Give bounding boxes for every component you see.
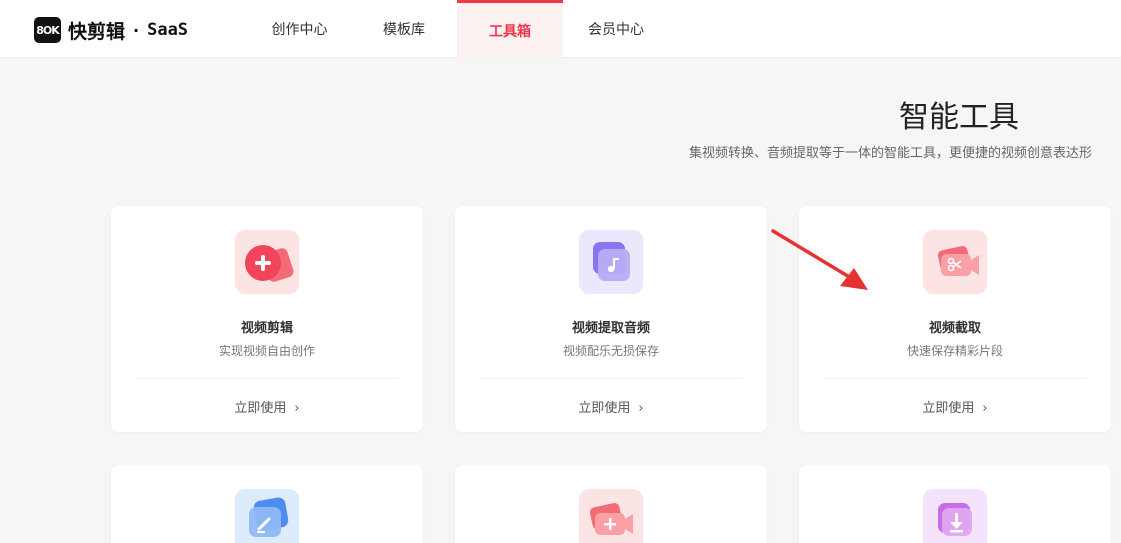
use-now-button[interactable]: 立即使用 › — [799, 397, 1111, 416]
tool-desc: 实现视频自由创作 — [218, 344, 315, 358]
logo-saas: SaaS — [147, 20, 189, 40]
tool-card-extract-audio[interactable]: 视频提取音频 视频配乐无损保存 立即使用 › — [455, 206, 767, 432]
video-add-icon — [579, 489, 643, 543]
scissors-camera-icon — [923, 230, 987, 294]
tool-desc: 快速保存精彩片段 — [906, 344, 1003, 358]
use-now-button[interactable]: 立即使用 › — [455, 397, 767, 416]
logo-separator: · — [133, 20, 140, 40]
nav-toolbox[interactable]: 工具箱 — [457, 0, 563, 58]
tool-card-row2-1[interactable] — [111, 465, 423, 543]
chevron-right-icon: › — [294, 401, 300, 416]
use-now-label: 立即使用 — [922, 401, 975, 416]
page-title: 智能工具 — [899, 100, 1019, 135]
logo-text: 快剪辑 — [68, 20, 126, 43]
use-now-button[interactable]: 立即使用 › — [111, 397, 423, 416]
card-divider — [136, 378, 398, 379]
music-note-icon — [579, 230, 643, 294]
top-header: 8OK 快剪辑 · SaaS 创作中心 模板库 工具箱 会员中心 — [0, 0, 1121, 58]
card-divider — [480, 378, 742, 379]
tool-desc: 视频配乐无损保存 — [562, 344, 659, 358]
video-edit-plus-icon — [235, 230, 299, 294]
pencil-edit-icon — [235, 489, 299, 543]
tool-name: 视频剪辑 — [240, 321, 293, 336]
use-now-label: 立即使用 — [234, 401, 287, 416]
nav-member-center[interactable]: 会员中心 — [563, 0, 669, 58]
nav-template-library[interactable]: 模板库 — [351, 0, 457, 58]
logo-mark-icon: 8OK — [34, 17, 61, 43]
card-divider — [824, 378, 1086, 379]
main-nav: 创作中心 模板库 工具箱 会员中心 — [248, 0, 669, 58]
download-icon — [923, 489, 987, 543]
nav-creation-center[interactable]: 创作中心 — [248, 0, 351, 58]
tool-card-video-edit[interactable]: 视频剪辑 实现视频自由创作 立即使用 › — [111, 206, 423, 432]
use-now-label: 立即使用 — [578, 401, 631, 416]
tool-card-row2-2[interactable] — [455, 465, 767, 543]
tool-name: 视频提取音频 — [571, 321, 650, 336]
app-logo[interactable]: 8OK 快剪辑 · SaaS — [34, 17, 188, 43]
annotation-arrow-icon — [771, 229, 868, 290]
chevron-right-icon: › — [638, 401, 644, 416]
tool-card-row2-3[interactable] — [799, 465, 1111, 543]
chevron-right-icon: › — [982, 401, 988, 416]
page-subtitle: 集视频转换、音频提取等于一体的智能工具，更便捷的视频创意表达形 — [689, 146, 1093, 161]
tool-name: 视频截取 — [928, 321, 981, 336]
